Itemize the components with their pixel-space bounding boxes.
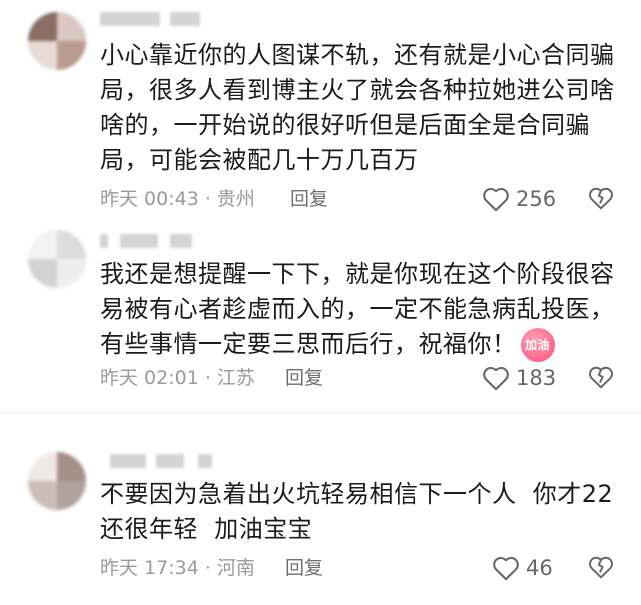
comment-text: 小心靠近你的人图谋不轨，还有就是小心合同骗局，很多人看到博主火了就会各种拉她进公…: [100, 41, 615, 174]
username[interactable]: [100, 10, 220, 28]
reply-button[interactable]: 回复: [290, 185, 328, 213]
heart-outline-icon: [493, 556, 519, 581]
like-count: 183: [516, 366, 557, 390]
broken-heart-icon: [589, 556, 613, 579]
reply-button[interactable]: 回复: [285, 364, 323, 392]
username[interactable]: [100, 232, 220, 250]
like-count: 256: [516, 187, 557, 211]
like-button[interactable]: 256: [482, 185, 556, 213]
broken-heart-icon: [589, 366, 613, 389]
avatar[interactable]: [28, 230, 86, 288]
dislike-button[interactable]: [588, 555, 614, 583]
comment-divider: [0, 412, 641, 413]
comment-text: 不要因为急着出火坑轻易相信下一个人 你才22 还很年轻 加油宝宝: [100, 480, 630, 543]
comment-time-location: 昨天 02:01 · 江苏: [100, 367, 255, 389]
username[interactable]: [100, 452, 220, 470]
jiayou-emoji: 加油: [520, 328, 555, 362]
avatar[interactable]: [28, 12, 86, 70]
broken-heart-icon: [589, 187, 613, 210]
comment-text: 我还是想提醒一下下，就是你现在这个阶段很容易被有心者趁虚而入的，一定不能急病乱投…: [100, 257, 630, 362]
reply-button[interactable]: 回复: [285, 554, 323, 582]
comment-time-location: 昨天 00:43 · 贵州: [100, 188, 255, 210]
comment-item: 小心靠近你的人图谋不轨，还有就是小心合同骗局，很多人看到博主火了就会各种拉她进公…: [0, 0, 641, 220]
like-button[interactable]: 46: [492, 554, 553, 582]
heart-outline-icon: [483, 187, 509, 212]
avatar[interactable]: [28, 452, 86, 510]
comment-item: 我还是想提醒一下下，就是你现在这个阶段很容易被有心者趁虚而入的，一定不能急病乱投…: [0, 220, 641, 420]
comment-item: 不要因为急着出火坑轻易相信下一个人 你才22 还很年轻 加油宝宝 昨天 17:3…: [0, 440, 641, 605]
like-button[interactable]: 183: [482, 364, 556, 392]
comment-time-location: 昨天 17:34 · 河南: [100, 557, 255, 579]
dislike-button[interactable]: [588, 365, 614, 393]
heart-outline-icon: [483, 366, 509, 391]
dislike-button[interactable]: [588, 186, 614, 214]
like-count: 46: [526, 556, 553, 580]
